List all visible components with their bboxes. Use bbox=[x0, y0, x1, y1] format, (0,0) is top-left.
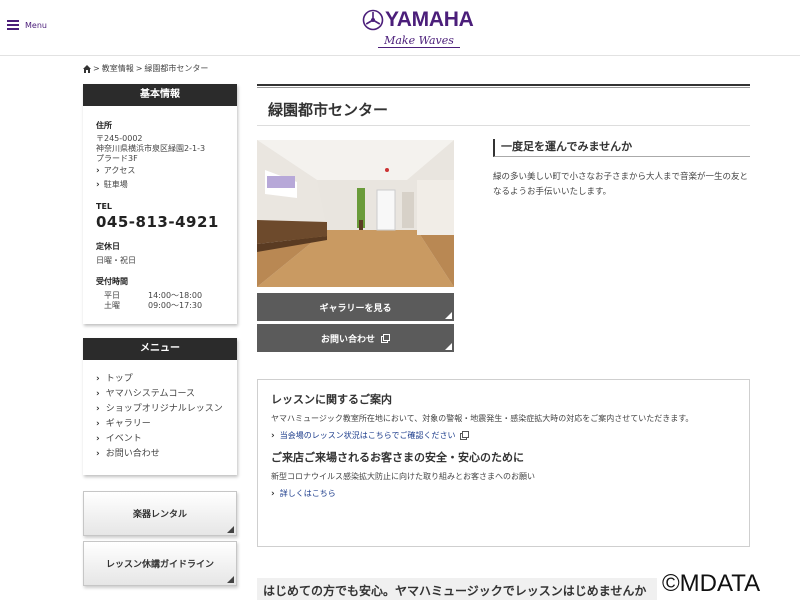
menu-item-top[interactable]: › トップ bbox=[96, 372, 224, 387]
home-icon[interactable] bbox=[83, 64, 91, 73]
instrument-rental-button[interactable]: 楽器レンタル bbox=[83, 491, 237, 536]
details-link-label: 詳しくはこちら bbox=[279, 489, 336, 498]
corner-triangle-icon bbox=[445, 312, 452, 319]
notice-text-safety: 新型コロナウイルス感染拡大防止に向けた取り組みとお客さまへのお願い bbox=[271, 472, 535, 481]
lesson-status-link-label: 当会場のレッスン状況はこちらでご確認ください bbox=[279, 431, 456, 440]
menu-button[interactable]: Menu bbox=[7, 20, 47, 30]
phone-number[interactable]: 045-813-4921 bbox=[96, 213, 224, 231]
notice-text-lessons: ヤマハミュージック教室所在地において、対象の警報・地震発生・感染症拡大時の対応を… bbox=[271, 414, 694, 423]
menu-item-shop-original-lesson[interactable]: › ショップオリジナルレッスン bbox=[96, 402, 224, 417]
notice-title-lessons: レッスンに関するご案内 bbox=[271, 393, 392, 406]
yamaha-logo[interactable]: YAMAHA Make Waves bbox=[362, 6, 474, 50]
menu-heading: メニュー bbox=[83, 338, 237, 360]
lesson-cancellation-guideline-button[interactable]: レッスン休講ガイドライン bbox=[83, 541, 237, 586]
instrument-rental-label: 楽器レンタル bbox=[132, 510, 187, 520]
hours-time: 14:00〜18:00 bbox=[148, 291, 203, 300]
logo-underline bbox=[378, 47, 460, 48]
menu-item-label: トップ bbox=[105, 374, 133, 384]
access-link-label: アクセス bbox=[103, 166, 136, 175]
chevron-right-icon: › bbox=[96, 419, 100, 429]
menu-item-label: お問い合わせ bbox=[105, 449, 160, 459]
menu-panel: メニュー › トップ › ヤマハシステムコース › ショップオリジナルレッスン › ギャ… bbox=[83, 338, 237, 475]
chevron-right-icon: › bbox=[271, 488, 275, 499]
basic-info-heading: 基本情報 bbox=[83, 84, 237, 106]
menu-item-yamaha-system-course[interactable]: › ヤマハシステムコース bbox=[96, 387, 224, 402]
chevron-right-icon: › bbox=[96, 404, 100, 414]
chevron-right-icon: › bbox=[96, 434, 100, 444]
view-gallery-label: ギャラリーを見る bbox=[319, 303, 392, 314]
logo-tagline: Make Waves bbox=[384, 34, 454, 47]
hours-label: 受付時間 bbox=[96, 277, 128, 286]
tuning-fork-emblem-icon bbox=[362, 9, 384, 31]
page-title: 緑園都市センター bbox=[268, 101, 389, 119]
contact-label: お問い合わせ bbox=[320, 334, 375, 345]
address-line: 神奈川県横浜市泉区緑園2-1-3 bbox=[96, 144, 206, 153]
breadcrumb-separator: > bbox=[135, 64, 143, 73]
address-building: プラード3F bbox=[96, 154, 138, 163]
chevron-right-icon: › bbox=[96, 374, 100, 384]
external-window-icon bbox=[460, 431, 470, 440]
parking-link-label: 駐車場 bbox=[103, 180, 128, 189]
guideline-label: レッスン休講ガイドライン bbox=[105, 560, 214, 570]
chevron-right-icon: › bbox=[96, 389, 100, 399]
holiday-label: 定休日 bbox=[96, 242, 120, 251]
hours-time: 09:00〜17:30 bbox=[148, 301, 203, 310]
title-rule bbox=[257, 84, 750, 88]
classroom-interior-image bbox=[257, 140, 454, 287]
postal-code: 〒245-0002 bbox=[96, 134, 143, 143]
corner-triangle-icon bbox=[445, 343, 452, 350]
hours-table: 平日 14:00〜18:00 土曜 09:00〜17:30 bbox=[96, 291, 224, 311]
classroom-photo bbox=[257, 140, 454, 287]
menu-item-contact[interactable]: › お問い合わせ bbox=[96, 447, 224, 462]
breadcrumb-separator: > bbox=[93, 64, 100, 73]
details-link[interactable]: › 詳しくはこちら bbox=[271, 488, 736, 499]
parking-link[interactable]: › 駐車場 bbox=[96, 178, 224, 192]
menu-list: › トップ › ヤマハシステムコース › ショップオリジナルレッスン › ギャラリー ›… bbox=[83, 360, 237, 474]
lesson-banner-heading: はじめての方でも安心。ヤマハミュージックでレッスンはじめませんか bbox=[263, 584, 647, 598]
external-window-icon bbox=[381, 333, 390, 343]
title-divider bbox=[257, 125, 750, 126]
address-label: 住所 bbox=[96, 121, 112, 130]
hamburger-icon bbox=[7, 20, 19, 30]
menu-item-label: ヤマハシステムコース bbox=[105, 389, 195, 399]
lesson-status-link[interactable]: › 当会場のレッスン状況はこちらでご確認ください bbox=[271, 430, 736, 441]
basic-info-panel: 基本情報 住所 〒245-0002 神奈川県横浜市泉区緑園2-1-3 プラード3… bbox=[83, 84, 237, 324]
hours-day: 平日 bbox=[104, 291, 120, 300]
chevron-right-icon: › bbox=[271, 430, 275, 441]
hours-day: 土曜 bbox=[104, 301, 120, 310]
menu-item-label: ショップオリジナルレッスン bbox=[105, 404, 223, 414]
menu-item-label: ギャラリー bbox=[105, 419, 151, 429]
access-link[interactable]: › アクセス bbox=[96, 164, 224, 178]
notice-title-safety: ご来店ご来場されるお客さまの安全・安心のために bbox=[271, 451, 524, 464]
corner-triangle-icon bbox=[227, 526, 234, 533]
chevron-right-icon: › bbox=[96, 449, 100, 459]
breadcrumb-link-classroom-info[interactable]: 教室情報 bbox=[102, 63, 134, 74]
tel-label: TEL bbox=[96, 202, 113, 211]
holiday-value: 日曜・祝日 bbox=[96, 256, 136, 265]
chevron-right-icon: › bbox=[96, 180, 100, 190]
contact-button[interactable]: お問い合わせ bbox=[257, 324, 454, 352]
menu-item-event[interactable]: › イベント bbox=[96, 432, 224, 447]
breadcrumb: > 教室情報 > 緑園都市センター bbox=[83, 63, 208, 74]
corner-triangle-icon bbox=[227, 576, 234, 583]
site-header: Menu YAMAHA Make Waves bbox=[0, 0, 800, 56]
watermark: ©MDATA bbox=[662, 570, 761, 597]
menu-item-label: イベント bbox=[105, 434, 142, 444]
chevron-right-icon: › bbox=[96, 166, 100, 176]
lesson-notice-box: レッスンに関するご案内 ヤマハミュージック教室所在地において、対象の警報・地震発… bbox=[257, 379, 750, 547]
view-gallery-button[interactable]: ギャラリーを見る bbox=[257, 293, 454, 321]
menu-item-gallery[interactable]: › ギャラリー bbox=[96, 417, 224, 432]
breadcrumb-current: 緑園都市センター bbox=[144, 64, 209, 73]
intro-text: 緑の多い美しい町で小さなお子さまから大人まで音楽が一生の友となるようお手伝いいた… bbox=[493, 172, 749, 197]
menu-label: Menu bbox=[25, 20, 47, 30]
logo-wordmark: YAMAHA bbox=[385, 8, 474, 31]
intro-heading: 一度足を運んでみませんか bbox=[493, 139, 750, 157]
